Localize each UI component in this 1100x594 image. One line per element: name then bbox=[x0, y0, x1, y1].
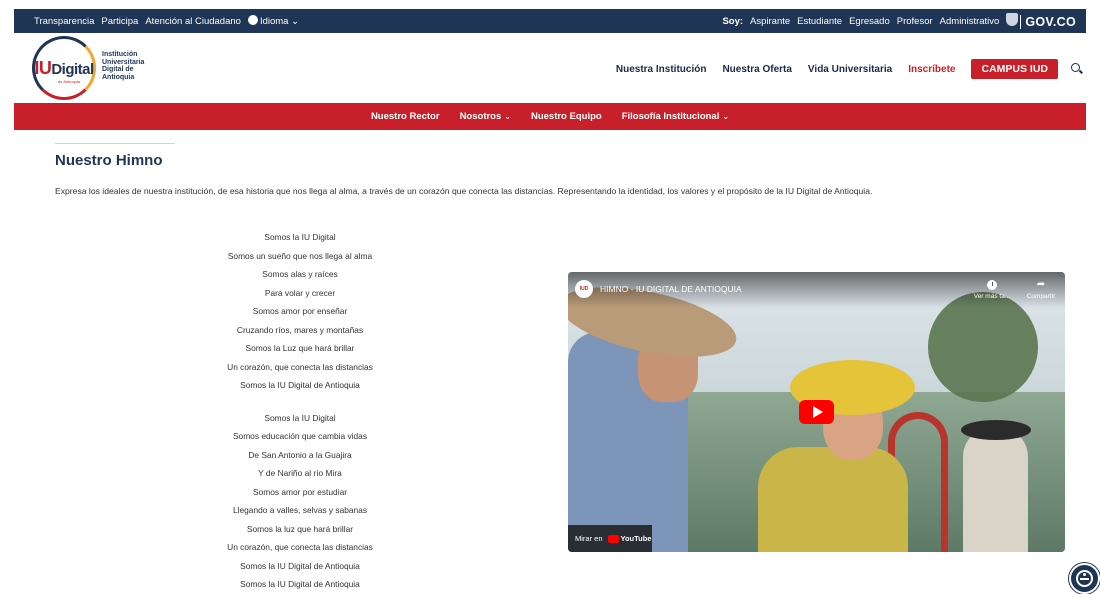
lyric-line: Y de Nariño al río Mira bbox=[258, 468, 342, 478]
lyric-line: Somos educación que cambia vidas bbox=[232, 431, 368, 441]
gov-bar: Transparencia Participa Atención al Ciud… bbox=[0, 0, 1100, 33]
accessibility-button[interactable] bbox=[1069, 563, 1100, 594]
lyric-line: Somos la IU Digital bbox=[264, 232, 336, 242]
language-label: Idioma bbox=[259, 16, 289, 27]
page-title: Nuestro Himno bbox=[55, 152, 163, 169]
gov-bar-inner: Transparencia Participa Atención al Ciud… bbox=[14, 9, 1086, 33]
lyric-line: Somos la IU Digital de Antioquia bbox=[240, 560, 360, 571]
nav-nuestra-institucion[interactable]: Nuestra Institución bbox=[616, 64, 707, 75]
section-divider bbox=[55, 143, 175, 144]
campus-iud-button[interactable]: CAMPUS IUD bbox=[971, 59, 1058, 79]
link-participa[interactable]: Participa bbox=[101, 16, 138, 27]
profile-egresado[interactable]: Egresado bbox=[849, 16, 890, 27]
stanza-2: Somos la IU Digital Somos educación que … bbox=[215, 409, 385, 594]
clock-icon bbox=[987, 280, 997, 290]
search-icon[interactable] bbox=[1070, 62, 1084, 76]
profile-profesor[interactable]: Profesor bbox=[897, 16, 933, 27]
soy-label: Soy: bbox=[722, 15, 744, 27]
logo-text-line: Institución bbox=[102, 51, 138, 58]
lyric-line: Para volar y crecer bbox=[264, 287, 336, 298]
lyric-line: Somos la IU Digital bbox=[264, 412, 336, 423]
lyric-line: Somos la luz que hará brillar bbox=[246, 523, 354, 534]
subnav-filosofia-institucional[interactable]: Filosofía Institucional ⌄ bbox=[622, 111, 729, 122]
coat-of-arms-icon bbox=[1006, 13, 1019, 26]
globe-icon bbox=[247, 15, 258, 25]
lyric-line: Somos amor por enseñar bbox=[252, 306, 348, 316]
logo-subtext: de Antioquia bbox=[58, 79, 81, 84]
subnav-nosotros[interactable]: Nosotros ⌄ bbox=[460, 111, 511, 122]
profile-administrativo[interactable]: Administrativo bbox=[940, 16, 1000, 27]
share-arrow-icon: ➦ bbox=[1036, 279, 1046, 290]
logo-text-line: Antioquia bbox=[102, 73, 135, 81]
watch-on-label: Mirar en bbox=[575, 534, 603, 543]
lyric-line: Somos la IU Digital de Antioquia bbox=[240, 579, 360, 589]
video-thumbnail-hat bbox=[961, 420, 1031, 440]
gov-bar-links: Transparencia Participa Atención al Ciud… bbox=[34, 15, 299, 27]
lyric-line: Un corazón, que conecta las distancias bbox=[227, 542, 373, 552]
logo-mark-iu: IU bbox=[34, 57, 52, 78]
profile-links: Soy: Aspirante Estudiante Egresado Profe… bbox=[722, 13, 1076, 29]
logo-mark-digital: Digital bbox=[51, 60, 94, 78]
lyric-line: Llegando a valles, selvas y sabanas bbox=[232, 505, 368, 515]
chevron-down-icon: ⌄ bbox=[722, 112, 730, 121]
iu-digital-logo[interactable]: IUDigital de Antioquia bbox=[32, 36, 96, 100]
nav-vida-universitaria[interactable]: Vida Universitaria bbox=[808, 64, 892, 75]
lyric-line: Somos la IU Digital de Antioquia bbox=[240, 380, 360, 390]
play-button[interactable] bbox=[799, 400, 834, 424]
logo-mark: IUDigital bbox=[34, 57, 94, 79]
main-nav: Nuestra Institución Nuestra Oferta Vida … bbox=[616, 59, 1086, 79]
youtube-wordmark: YouTube bbox=[620, 534, 652, 543]
stanza-1: Somos la IU Digital Somos un sueño que n… bbox=[215, 228, 385, 395]
share-label: Compartir bbox=[1026, 293, 1056, 300]
youtube-video-embed[interactable]: IUD HIMNO - IU DIGITAL DE ANTIOQUIA Ver … bbox=[568, 272, 1065, 552]
video-thumbnail-person bbox=[963, 427, 1028, 552]
nav-nuestra-oferta[interactable]: Nuestra Oferta bbox=[722, 64, 791, 75]
youtube-logo: YouTube bbox=[607, 534, 652, 543]
watch-later-button[interactable]: Ver más ta... bbox=[970, 280, 1014, 300]
video-thumbnail-person bbox=[758, 447, 908, 552]
nav-inscribete[interactable]: Inscríbete bbox=[908, 64, 955, 75]
chevron-down-icon: ⌄ bbox=[291, 16, 300, 27]
subnav-nosotros-label: Nosotros bbox=[459, 111, 502, 122]
logo-text-line: Digital de bbox=[102, 66, 134, 73]
subnav-nuestro-rector[interactable]: Nuestro Rector bbox=[371, 111, 440, 122]
accessibility-icon bbox=[1076, 570, 1093, 587]
profile-estudiante[interactable]: Estudiante bbox=[797, 16, 842, 27]
hymn-lyrics: Somos la IU Digital Somos un sueño que n… bbox=[215, 228, 385, 594]
lyric-line: Somos un sueño que nos llega al alma bbox=[227, 250, 373, 261]
logo-text-line: Universitaria bbox=[102, 58, 145, 66]
profile-aspirante[interactable]: Aspirante bbox=[750, 16, 790, 27]
watch-later-label: Ver más ta... bbox=[973, 293, 1011, 300]
main-header: IUDigital de Antioquia Institución Unive… bbox=[14, 33, 1086, 103]
link-transparencia[interactable]: Transparencia bbox=[34, 16, 94, 27]
intro-paragraph: Expresa los ideales de nuestra instituci… bbox=[55, 186, 873, 196]
lyric-line: Somos la Luz que hará brillar bbox=[245, 343, 355, 353]
subnav-filosofia-label: Filosofía Institucional bbox=[621, 111, 720, 122]
watch-on-youtube-button[interactable]: Mirar en YouTube bbox=[568, 525, 652, 552]
youtube-play-icon bbox=[607, 534, 619, 543]
channel-avatar[interactable]: IUD bbox=[575, 280, 593, 298]
language-selector[interactable]: Idioma ⌄ bbox=[247, 15, 300, 27]
subnav-nuestro-equipo[interactable]: Nuestro Equipo bbox=[531, 111, 602, 122]
link-atencion-ciudadano[interactable]: Atención al Ciudadano bbox=[145, 16, 241, 27]
lyric-line: Somos amor por estudiar bbox=[252, 486, 348, 497]
stanza-gap bbox=[215, 395, 385, 409]
lyric-line: De San Antonio a la Guajira bbox=[248, 449, 352, 460]
logo-institution-name: Institución Universitaria Digital de Ant… bbox=[102, 51, 144, 81]
lyric-line: Somos alas y raíces bbox=[262, 269, 338, 279]
govco-link[interactable]: GOV.CO bbox=[1006, 13, 1076, 29]
lyric-line: Cruzando ríos, mares y montañas bbox=[236, 324, 364, 335]
share-button[interactable]: ➦ Compartir bbox=[1018, 279, 1064, 301]
sub-nav: Nuestro Rector Nosotros ⌄ Nuestro Equipo … bbox=[14, 103, 1086, 130]
chevron-down-icon: ⌄ bbox=[504, 112, 511, 121]
lyric-line: Un corazón, que conecta las distancias bbox=[227, 361, 373, 372]
govco-label: GOV.CO bbox=[1020, 15, 1076, 29]
video-title[interactable]: HIMNO - IU DIGITAL DE ANTIOQUIA bbox=[600, 284, 742, 294]
video-thumbnail-tree bbox=[928, 292, 1038, 402]
